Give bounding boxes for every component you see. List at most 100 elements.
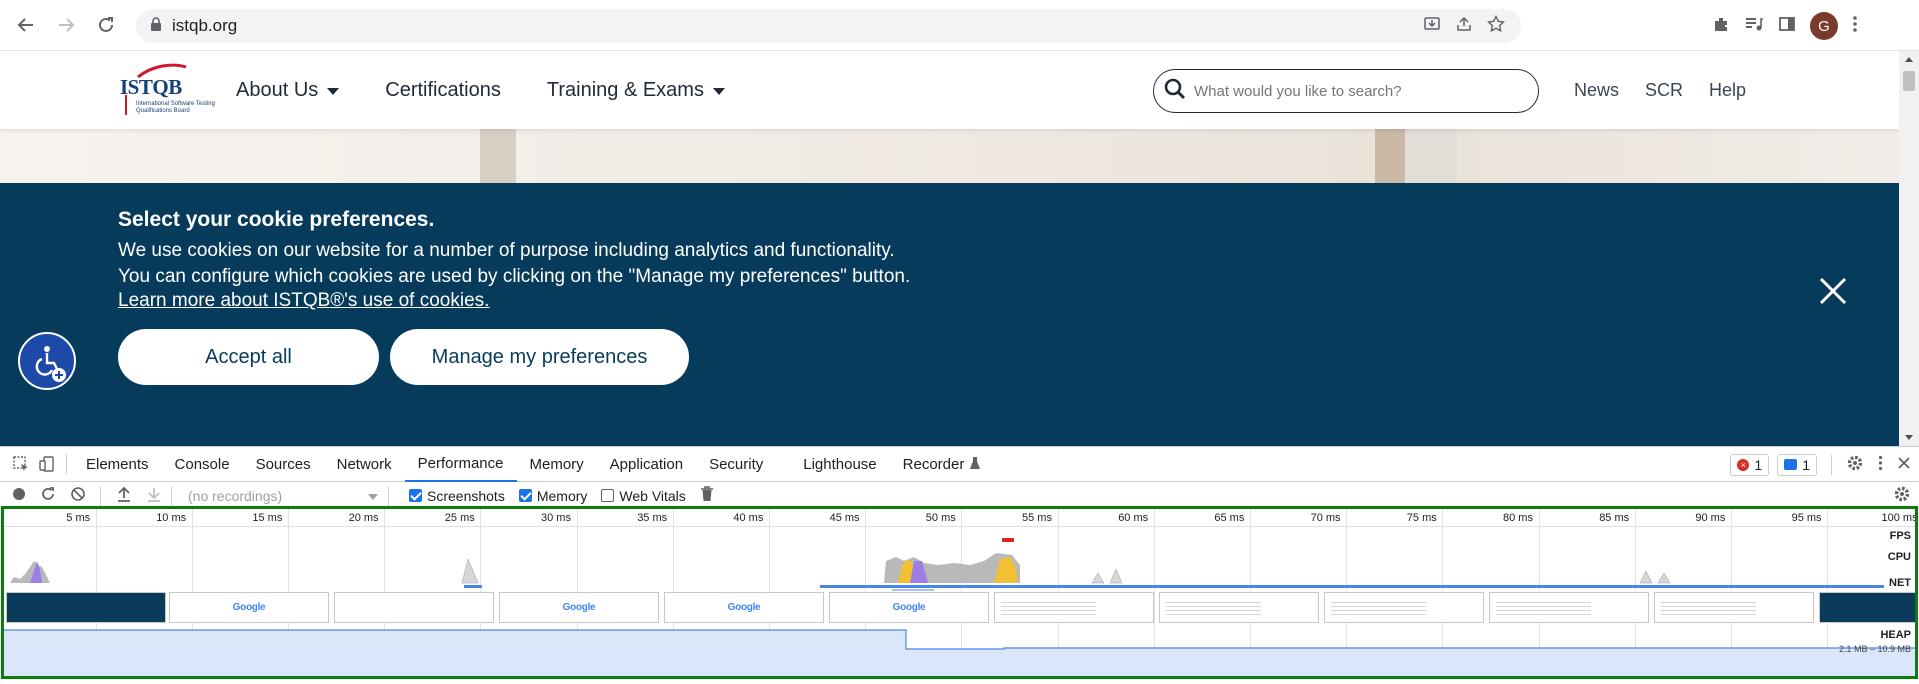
recordings-select[interactable]: (no recordings) [188,488,378,504]
web-vitals-checkbox[interactable]: Web Vitals [601,488,686,504]
chevron-down-icon [712,87,725,95]
settings-gear-icon[interactable] [1846,454,1864,476]
extensions-icon[interactable] [1712,15,1730,38]
screenshot-thumb[interactable]: Google [664,592,824,623]
nav-news[interactable]: News [1574,80,1619,101]
tab-network[interactable]: Network [324,447,405,482]
record-icon[interactable] [12,487,26,504]
tick-label: 95 ms [1791,512,1822,524]
nav-about-us[interactable]: About Us [236,79,340,102]
screenshot-thumb[interactable] [1489,592,1649,623]
upload-icon[interactable] [117,486,131,505]
time-ruler: 5 ms 10 ms 15 ms 20 ms 25 ms 30 ms 35 ms 40 ms 4… [4,509,1915,527]
tab-performance[interactable]: Performance [404,446,517,482]
address-bar[interactable]: istqb.org [136,9,1521,43]
tab-elements[interactable]: Elements [73,447,162,482]
accessibility-icon[interactable] [18,332,76,390]
profile-avatar[interactable]: G [1810,12,1838,40]
message-count-badge[interactable]: 1 [1777,453,1817,476]
install-icon[interactable] [1423,15,1441,38]
screenshot-thumb[interactable]: Google [169,592,329,623]
tick-label: 20 ms [348,512,379,524]
devtools-menu-icon[interactable] [1878,455,1883,475]
cookie-title: Select your cookie preferences. [118,208,435,231]
tick-label: 60 ms [1118,512,1149,524]
cpu-track [10,538,1884,591]
cookie-banner: Select your cookie preferences. We use c… [0,183,1899,446]
screenshot-thumb[interactable] [1324,592,1484,623]
browser-menu-icon[interactable] [1852,15,1858,38]
tab-recorder[interactable]: Recorder [890,447,994,482]
side-panel-icon[interactable] [1778,15,1796,38]
reload-icon[interactable] [86,5,126,45]
flask-icon [970,456,981,473]
tick-label: 70 ms [1310,512,1341,524]
site-search [1153,69,1539,113]
istqb-logo[interactable]: ISTQB International Software Testing Qua… [118,61,218,119]
reload-profile-icon[interactable] [40,486,56,505]
nav-training-exams[interactable]: Training & Exams [547,79,725,102]
error-icon: × [1737,458,1750,471]
screenshots-track: Google Google Google Google [4,592,1915,624]
inspect-element-icon[interactable] [8,447,34,482]
performance-overview[interactable]: 5 ms 10 ms 15 ms 20 ms 25 ms 30 ms 35 ms 40 ms 4… [1,506,1918,679]
screenshots-checkbox[interactable]: Screenshots [409,488,505,504]
tick-label: 50 ms [925,512,956,524]
screenshot-thumb[interactable]: Google [499,592,659,623]
forward-icon[interactable] [46,5,86,45]
tick-label: 100 ms [1881,512,1918,524]
screenshot-thumb[interactable] [334,592,494,623]
back-icon[interactable] [6,5,46,45]
tick-label: 45 ms [829,512,860,524]
tick-label: 30 ms [541,512,571,524]
tab-memory[interactable]: Memory [517,447,597,482]
site-header: ISTQB International Software Testing Qua… [0,51,1899,129]
close-icon[interactable] [1818,276,1848,306]
nav-help[interactable]: Help [1709,80,1746,101]
bookmark-star-icon[interactable] [1486,14,1506,38]
cpu-track-label: CPU [1887,551,1911,563]
trash-icon[interactable] [700,486,714,505]
media-queue-icon[interactable] [1744,15,1764,38]
screenshot-thumb[interactable] [1654,592,1814,623]
tab-console[interactable]: Console [162,447,243,482]
accept-all-button[interactable]: Accept all [118,329,379,385]
screenshot-thumb[interactable] [6,592,166,623]
tab-sources[interactable]: Sources [243,447,324,482]
error-count-badge[interactable]: × 1 [1730,453,1770,476]
net-track-label: NET [1889,577,1911,589]
tick-label: 5 ms [66,512,91,524]
nav-scr[interactable]: SCR [1645,80,1683,101]
capture-settings-gear-icon[interactable] [1893,485,1911,506]
page-scrollbar[interactable] [1899,51,1919,446]
tick-label: 25 ms [444,512,475,524]
search-input[interactable] [1194,82,1514,100]
browser-toolbar: istqb.org G [0,0,1919,51]
search-icon[interactable] [1164,78,1186,105]
tick-label: 80 ms [1503,512,1533,524]
tab-lighthouse[interactable]: Lighthouse [790,447,889,482]
manage-preferences-button[interactable]: Manage my preferences [390,329,689,385]
close-devtools-icon[interactable] [1897,456,1911,474]
screen: istqb.org G ISTQB International Software… [0,0,1919,684]
screenshot-thumb[interactable] [1819,592,1915,623]
share-icon[interactable] [1455,15,1473,38]
screenshot-thumb[interactable]: Google [829,592,989,623]
tick-label: 65 ms [1214,512,1245,524]
clear-icon[interactable] [70,486,86,505]
tab-application[interactable]: Application [597,447,696,482]
device-toolbar-icon[interactable] [34,447,60,482]
nav-certifications[interactable]: Certifications [385,79,501,102]
screenshot-thumb[interactable] [994,592,1154,623]
download-icon[interactable] [147,486,161,505]
memory-checkbox[interactable]: Memory [518,488,587,504]
devtools-tab-bar: Elements Console Sources Network Perform… [0,446,1919,482]
tab-security[interactable]: Security [696,447,776,482]
tick-label: 75 ms [1406,512,1437,524]
main-nav: About Us Certifications Training & Exams [236,51,771,129]
utility-nav: News SCR Help [1574,51,1746,129]
screenshot-thumb[interactable] [1159,592,1319,623]
lock-icon [150,16,162,36]
cookie-learn-more-link[interactable]: Learn more about ISTQB®'s use of cookies… [118,290,489,312]
devtools-panel: Elements Console Sources Network Perform… [0,446,1919,684]
